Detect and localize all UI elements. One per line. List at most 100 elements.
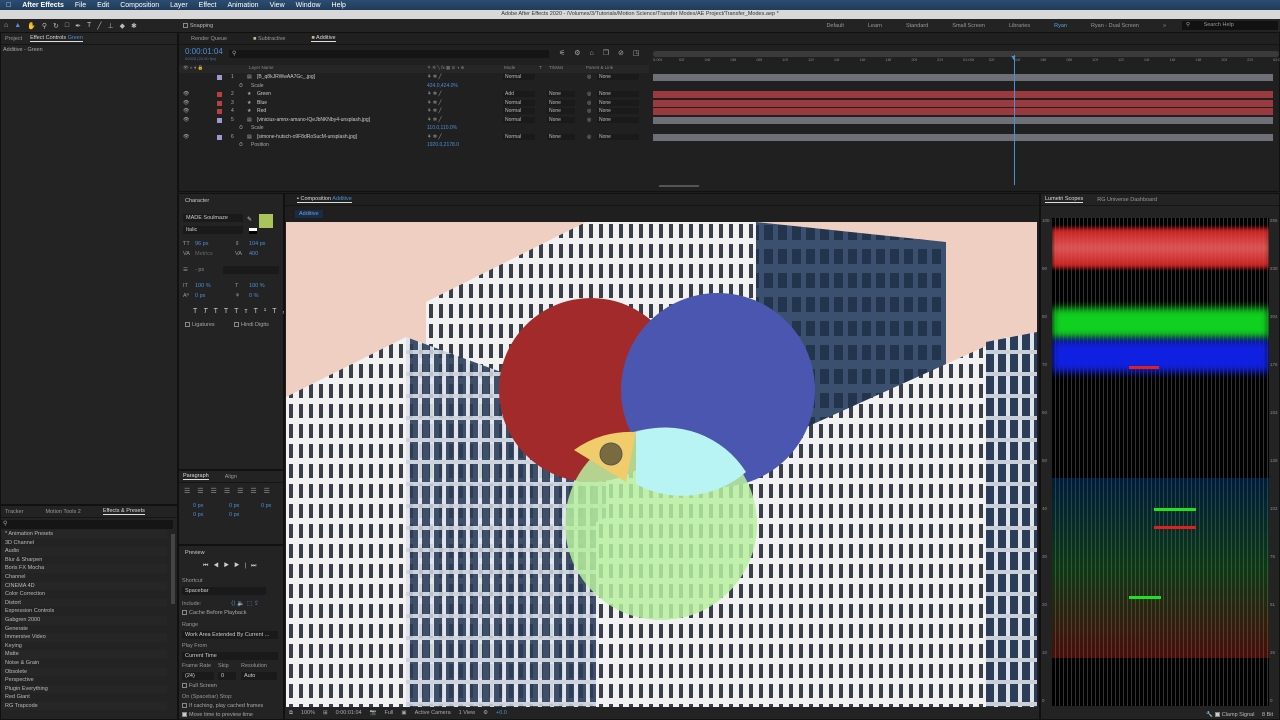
menu-effect[interactable]: Effect <box>199 2 217 9</box>
space-after[interactable]: 0 px <box>229 512 239 518</box>
tab-effect-controls[interactable]: Effect Controls Green <box>30 35 83 42</box>
resolution-select[interactable]: Auto <box>241 672 277 680</box>
tab-rg-universe[interactable]: RG Universe Dashboard <box>1097 197 1157 203</box>
pickwhip-icon[interactable]: ◎ <box>587 91 591 97</box>
effects-list-item[interactable]: CINEMA 4D <box>1 581 167 591</box>
blend-mode-select[interactable]: Normal <box>503 108 535 114</box>
layer-duration-bar[interactable] <box>653 74 1273 81</box>
layer-switches[interactable]: ⚘ ✲ ╱ <box>427 91 441 97</box>
selection-tool-icon[interactable]: ▲ <box>14 22 21 29</box>
tracking[interactable]: 400 <box>249 251 258 257</box>
layer-switches[interactable]: ⚘ ✲ ╱ <box>427 134 441 140</box>
playhead[interactable] <box>1014 55 1015 185</box>
layer-name[interactable]: [simone-hutsch-o9F8dRoSucM-unsplash.jpg] <box>257 134 357 140</box>
workspace-small-screen[interactable]: Small Screen <box>940 23 997 29</box>
blend-mode-select[interactable]: Normal <box>503 133 535 140</box>
workspace-libraries[interactable]: Libraries <box>997 23 1042 29</box>
layer-switches[interactable]: ⚘ ✲ ╱ <box>427 117 441 123</box>
layer-duration-bar[interactable] <box>653 133 1273 141</box>
indent-first[interactable]: 0 px <box>229 503 239 509</box>
composition-viewer[interactable] <box>286 222 1037 709</box>
move-time-checkbox[interactable]: Move time to preview time <box>182 712 253 718</box>
blend-mode-select[interactable]: Normal <box>503 116 535 123</box>
current-timecode[interactable]: 0:00:01:04 <box>185 47 223 56</box>
layer-row[interactable]: 👁 2 ★ Green ⚘ ✲ ╱ Add None ◎ None <box>179 90 649 99</box>
track-matte-select[interactable]: None <box>547 108 575 114</box>
layer-duration-bar[interactable] <box>653 116 1273 124</box>
layer-label-color[interactable] <box>217 75 222 80</box>
menu-layer[interactable]: Layer <box>170 2 188 9</box>
layer-row[interactable]: 1 ▤ [B_q8kJRWwAA7Gc_.jpg] ⚘ ✲ ╱ Normal ◎ None <box>179 73 649 82</box>
playback-controls[interactable]: ⏮◀▶▶|⏭ <box>203 563 261 570</box>
play-cached-checkbox[interactable]: If caching, play cached frames <box>182 703 263 709</box>
more-workspaces-icon[interactable]: » <box>1151 23 1178 29</box>
effects-list-item[interactable]: Immersive Video <box>1 633 167 642</box>
tab-render-queue[interactable]: Render Queue <box>191 36 227 42</box>
stopwatch-icon[interactable]: ⏱ <box>239 83 243 89</box>
layer-duration-bar[interactable] <box>653 108 1273 115</box>
menu-edit[interactable]: Edit <box>97 2 109 9</box>
range-select[interactable]: Work Area Extended By Current ... <box>182 631 278 639</box>
tab-paragraph[interactable]: Paragraph <box>183 473 209 480</box>
zoom-slider[interactable] <box>659 185 699 187</box>
eyedropper-icon[interactable]: ✎ <box>247 216 252 223</box>
layer-name[interactable]: Green <box>257 91 271 97</box>
stopwatch-icon[interactable]: ⏱ <box>239 125 243 131</box>
composition-breadcrumb[interactable]: Additive <box>295 210 323 218</box>
visibility-eye-icon[interactable]: 👁 <box>183 117 189 123</box>
workspace-ryan[interactable]: Ryan <box>1042 23 1079 29</box>
shortcut-select[interactable]: Spacebar <box>182 587 266 595</box>
snapping-toggle[interactable]: Snapping <box>182 23 213 29</box>
shape-tool-icon[interactable]: □ <box>65 22 69 29</box>
layer-label-color[interactable] <box>217 100 222 106</box>
effects-search-input[interactable]: ⚲ <box>1 520 173 529</box>
pickwhip-icon[interactable]: ◎ <box>587 74 591 80</box>
track-matte-select[interactable]: None <box>547 133 575 140</box>
effects-list-item[interactable]: Color Correction <box>1 590 167 599</box>
include-video-audio-icons[interactable]: ⟨⟩ 🔈 ⬚ ⇪ <box>231 600 259 607</box>
zoom-select[interactable]: 100% <box>301 710 315 716</box>
footer-timecode[interactable]: 0:00:01:04 <box>336 710 362 716</box>
tab-project[interactable]: Project <box>5 36 22 42</box>
tab-lumetri-scopes[interactable]: Lumetri Scopes <box>1045 196 1084 203</box>
camera-select[interactable]: Active Camera <box>415 710 451 716</box>
effects-list-item[interactable]: Expression Controls <box>1 607 167 616</box>
layer-switches[interactable]: ⚘ ✲ ╱ <box>427 108 441 114</box>
layer-search-input[interactable]: ⚲ <box>229 50 549 58</box>
hindi-digits-checkbox[interactable]: Hindi Digits <box>234 322 269 328</box>
leading[interactable]: 104 px <box>249 241 266 247</box>
eraser-tool-icon[interactable]: ◆ <box>120 22 125 30</box>
play-from-select[interactable]: Current Time <box>182 652 278 660</box>
visibility-eye-icon[interactable]: 👁 <box>183 108 189 114</box>
property-value[interactable]: 1920.0,2178.0 <box>427 142 459 148</box>
effects-list-item[interactable]: Obsolete <box>1 667 167 677</box>
flowchart-icon[interactable]: ⚙ <box>483 710 488 716</box>
indent-right[interactable]: 0 px <box>261 503 271 509</box>
horizontal-scale[interactable]: 100 % <box>249 283 265 289</box>
fill-color-swatch[interactable] <box>259 214 273 228</box>
stroke-type-select[interactable] <box>223 266 279 274</box>
menu-animation[interactable]: Animation <box>227 2 258 9</box>
tab-tracker[interactable]: Tracker <box>5 509 23 515</box>
layer-label-color[interactable] <box>217 109 222 114</box>
layer-row[interactable]: 👁 4 ★ Red ⚘ ✲ ╱ Normal None ◎ None <box>179 107 649 116</box>
layer-name[interactable]: Red <box>257 108 266 114</box>
snapshot-icon[interactable]: 📷 <box>370 710 377 716</box>
effects-list-item[interactable]: Channel <box>1 573 167 582</box>
parent-select[interactable]: None <box>597 116 639 123</box>
alignment-buttons[interactable]: ☰☰☰☰☰☰☰ <box>184 487 277 495</box>
baseline-shift[interactable]: 0 px <box>195 293 205 299</box>
layer-label-color[interactable] <box>217 92 222 97</box>
zoom-tool-icon[interactable]: ⚲ <box>42 22 47 30</box>
layer-label-color[interactable] <box>217 117 222 123</box>
menu-help[interactable]: Help <box>332 2 346 9</box>
exposure-value[interactable]: +0.0 <box>496 710 507 716</box>
vertical-scale[interactable]: 100 % <box>195 283 211 289</box>
stopwatch-icon[interactable]: ⏱ <box>239 142 243 148</box>
font-style-select[interactable]: Italic <box>183 226 243 234</box>
layer-row[interactable]: 👁 3 ★ Blue ⚘ ✲ ╱ Normal None ◎ None <box>179 99 649 108</box>
effects-list-item[interactable]: Matte <box>1 650 167 659</box>
parent-select[interactable]: None <box>597 108 639 114</box>
wrench-icon[interactable]: 🔧 <box>1206 712 1213 718</box>
rotate-tool-icon[interactable]: ↻ <box>53 22 59 30</box>
